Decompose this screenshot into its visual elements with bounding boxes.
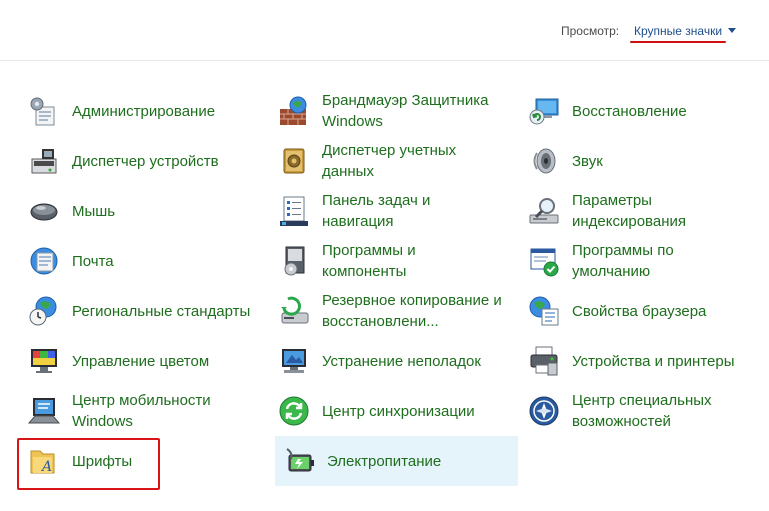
cp-item-label: Управление цветом xyxy=(72,352,210,370)
mouse-icon xyxy=(26,193,62,229)
power-options-icon xyxy=(281,443,317,479)
cp-item-label: Электропитание xyxy=(327,452,442,470)
cp-item-recovery[interactable]: Восстановление xyxy=(520,86,765,136)
internet-options-icon xyxy=(526,293,562,329)
device-manager-icon xyxy=(26,143,62,179)
admin-tools-icon xyxy=(26,93,62,129)
cp-item-label: Центр мобильности Windows xyxy=(72,392,211,430)
cp-item-label: Свойства браузера xyxy=(572,302,707,320)
cp-item-label: Почта xyxy=(72,252,114,270)
cp-item-label: Программы и компоненты xyxy=(322,242,416,280)
firewall-icon xyxy=(276,93,312,129)
cp-item-label: Программы по умолчанию xyxy=(572,242,674,280)
cp-item-label: Диспетчер учетных данных xyxy=(322,142,457,180)
indexing-icon xyxy=(526,193,562,229)
cp-item-credential-manager[interactable]: Диспетчер учетных данных xyxy=(270,136,515,186)
cp-item-troubleshooting[interactable]: Устранение неполадок xyxy=(270,336,515,386)
taskbar-icon xyxy=(276,193,312,229)
color-management-icon xyxy=(26,343,62,379)
cp-item-devices-printers[interactable]: Устройства и принтеры xyxy=(520,336,765,386)
cp-item-region[interactable]: Региональные стандарты xyxy=(20,286,265,336)
cp-item-default-programs[interactable]: Программы по умолчанию xyxy=(520,236,765,286)
cp-item-label: Брандмауэр Защитника Windows xyxy=(322,92,489,130)
cp-item-label: Диспетчер устройств xyxy=(72,152,219,170)
cp-item-internet-options[interactable]: Свойства браузера xyxy=(520,286,765,336)
cp-item-label: Резервное копирование и восстановлени... xyxy=(322,292,502,330)
cp-item-label: Устранение неполадок xyxy=(322,352,481,370)
fonts-folder-icon: A xyxy=(26,443,62,479)
header-separator xyxy=(0,60,769,61)
svg-text:A: A xyxy=(40,459,52,475)
cp-item-label: Панель задач и навигация xyxy=(322,192,431,230)
cp-item-taskbar[interactable]: Панель задач и навигация xyxy=(270,186,515,236)
view-by-dropdown[interactable]: Крупные значки xyxy=(634,24,737,38)
cp-item-programs[interactable]: Программы и компоненты xyxy=(270,236,515,286)
mobility-center-icon xyxy=(26,393,62,429)
cp-item-label: Мышь xyxy=(72,202,116,220)
printer-icon xyxy=(526,343,562,379)
recovery-icon xyxy=(526,93,562,129)
cp-item-backup[interactable]: Резервное копирование и восстановлени... xyxy=(270,286,515,336)
cp-item-mail[interactable]: Почта xyxy=(20,236,265,286)
cp-item-label: Шрифты xyxy=(72,452,133,470)
default-programs-icon xyxy=(526,243,562,279)
speaker-icon xyxy=(526,143,562,179)
cp-item-accessibility[interactable]: Центр специальных возможностей xyxy=(520,386,765,436)
programs-icon xyxy=(276,243,312,279)
cp-item-device-manager[interactable]: Диспетчер устройств xyxy=(20,136,265,186)
cp-item-mobility-center[interactable]: Центр мобильности Windows xyxy=(20,386,265,436)
cp-item-label: Центр синхронизации xyxy=(322,402,475,420)
cp-item-power-options[interactable]: Электропитание xyxy=(275,436,518,486)
view-by-value: Крупные значки xyxy=(634,24,723,38)
mail-icon xyxy=(26,243,62,279)
chevron-down-icon xyxy=(728,28,737,33)
cp-item-label: Параметры индексирования xyxy=(572,192,686,230)
cp-item-firewall[interactable]: Брандмауэр Защитника Windows xyxy=(270,86,515,136)
cp-item-label: Региональные стандарты xyxy=(72,302,251,320)
cp-item-mouse[interactable]: Мышь xyxy=(20,186,265,236)
cp-item-label: Устройства и принтеры xyxy=(572,352,735,370)
cp-item-indexing[interactable]: Параметры индексирования xyxy=(520,186,765,236)
cp-item-label: Администрирование xyxy=(72,102,216,120)
cp-item-color-management[interactable]: Управление цветом xyxy=(20,336,265,386)
cp-item-label: Звук xyxy=(572,152,603,170)
sync-center-icon xyxy=(276,393,312,429)
cp-item-sound[interactable]: Звук xyxy=(520,136,765,186)
region-clock-icon xyxy=(26,293,62,329)
cp-item-sync-center[interactable]: Центр синхронизации xyxy=(270,386,515,436)
credential-manager-icon xyxy=(276,143,312,179)
cp-item-label: Восстановление xyxy=(572,102,687,120)
backup-icon xyxy=(276,293,312,329)
view-by-label: Просмотр: xyxy=(561,24,620,38)
accessibility-icon xyxy=(526,393,562,429)
annotation-underline xyxy=(630,41,726,43)
view-toolbar: Просмотр: Крупные значки xyxy=(0,0,769,60)
cp-item-label: Центр специальных возможностей xyxy=(572,392,712,430)
cp-item-fonts[interactable]: A Шрифты xyxy=(20,436,265,486)
troubleshooting-icon xyxy=(276,343,312,379)
cp-item-administration[interactable]: Администрирование xyxy=(20,86,265,136)
